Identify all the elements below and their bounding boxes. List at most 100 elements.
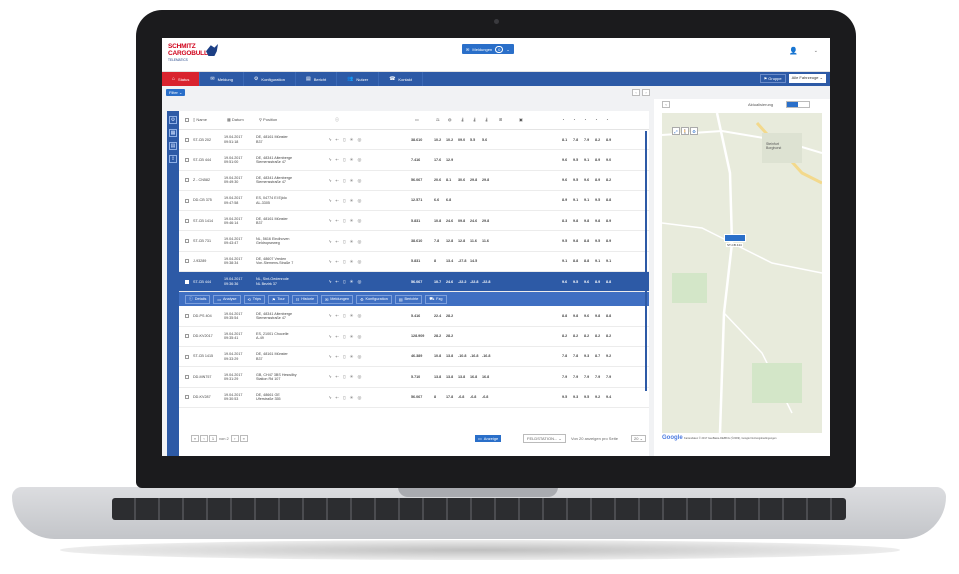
reefer-temp5-icon[interactable]: ◔ <box>606 117 608 123</box>
header-position[interactable]: ⚲ Position <box>259 117 319 123</box>
row-checkbox[interactable] <box>185 279 189 284</box>
row-checkbox[interactable] <box>185 314 189 319</box>
action-tour-button[interactable]: ⚑ Tour <box>268 294 289 304</box>
columns-icon[interactable]: ▦ <box>169 129 177 137</box>
door-icon[interactable]: ⊞ <box>499 117 502 123</box>
first-page-icon[interactable]: « <box>191 434 199 442</box>
export-icon[interactable]: ⇪ <box>169 155 177 163</box>
filter-button[interactable]: Filter ⌄ <box>166 89 186 96</box>
table-row[interactable]: ST-CB 444 19.04.2017 09:51:00 DE, 48341 Al… <box>179 150 649 171</box>
truck-marker-icon[interactable] <box>724 234 746 242</box>
vehicle-select[interactable]: Alle Fahrzeuge ⌄ <box>788 74 826 83</box>
row-vehicle-name[interactable]: ST-CB 444 <box>193 280 219 284</box>
last-page-icon[interactable]: » <box>239 434 248 442</box>
action-meldungen-button[interactable]: ✉ Meldungen <box>321 294 354 304</box>
row-vehicle-name[interactable]: ST-CB 1415 <box>193 354 219 358</box>
tire-icon[interactable]: ◍ <box>448 117 452 123</box>
table-row[interactable]: Z - CN582 19.04.2017 09:49:30 DE, 48341 Al… <box>179 171 649 191</box>
info-icon[interactable]: ⓘ <box>335 117 339 123</box>
calendar-icon[interactable]: ▣ <box>519 117 523 123</box>
row-vehicle-name[interactable]: DD-KV287 <box>193 395 219 399</box>
group-button[interactable]: ⚑ Gruppe <box>759 74 786 83</box>
next-page-icon[interactable]: › <box>230 434 239 442</box>
temp-sensor3-icon[interactable]: 🌡 <box>484 117 489 123</box>
row-vehicle-name[interactable]: ST-CB 202 <box>193 138 219 142</box>
tab-nutzer[interactable]: 👥 Nutzer <box>337 72 380 86</box>
row-checkbox[interactable] <box>185 334 189 339</box>
settings-icon[interactable]: ⚙ <box>169 116 177 124</box>
table-row[interactable]: ST-CB 1415 19.04.2017 09:33:29 DE, 48161 M… <box>179 347 649 368</box>
fleet-select[interactable]: FELDSTATION... ⌄ <box>523 433 566 443</box>
table-row[interactable]: DD-CB 375 19.04.2017 09:47:58 ES, 04774 El… <box>179 191 649 212</box>
action-details-button[interactable]: ⓘ Details <box>185 294 211 304</box>
action-analyse-button[interactable]: ▭ Analyse <box>213 294 241 304</box>
header-date[interactable]: ▦ Datum <box>227 117 247 123</box>
table-row[interactable]: ST-CB 1414 19.04.2017 09:46:14 DE, 48161 M… <box>179 211 649 232</box>
action-fzg-button[interactable]: ⛟ Fzg <box>425 294 447 304</box>
row-vehicle-name[interactable]: ST-CB 444 <box>193 158 219 162</box>
row-checkbox[interactable] <box>185 157 189 162</box>
row-checkbox[interactable] <box>185 259 189 264</box>
table-row[interactable]: DD-MN757 19.04.2017 09:31:29 GB, CH47 3BS … <box>179 367 649 388</box>
brand-logo[interactable]: SCHMITZ CARGOBULL TELEMATICS <box>168 43 218 62</box>
next-page-icon[interactable]: › <box>642 89 650 96</box>
tab-meldung[interactable]: ✉ Meldung <box>200 72 244 86</box>
reefer-temp3-icon[interactable]: ◔ <box>584 117 586 123</box>
show-button[interactable]: ▭ Anzeige <box>475 434 502 442</box>
table-row[interactable]: DD-KV287 19.04.2017 09:30:53 DE, 48661 GE … <box>179 388 649 408</box>
reefer-temp1-icon[interactable]: ◔ <box>562 117 564 123</box>
row-vehicle-name[interactable]: DD-PS 404 <box>193 314 219 318</box>
reefer-temp4-icon[interactable]: ◔ <box>595 117 597 123</box>
action-konfiguration-button[interactable]: ⚙ Konfiguration <box>356 294 392 304</box>
row-checkbox[interactable] <box>185 137 189 142</box>
axle-load-icon[interactable]: ⚖ <box>436 117 440 123</box>
user-menu-chevron-icon[interactable]: ⌄ <box>814 48 818 54</box>
row-vehicle-name[interactable]: DD-MN757 <box>193 375 219 379</box>
prev-page-icon[interactable]: ‹ <box>200 434 208 442</box>
row-checkbox[interactable] <box>185 374 189 379</box>
row-vehicle-name[interactable]: Z - CN582 <box>193 178 219 182</box>
tab-konfiguration[interactable]: ⚙ Konfiguration <box>244 72 296 86</box>
row-vehicle-name[interactable]: DD-CB 375 <box>193 198 219 202</box>
collapse-map-icon[interactable]: ‹ <box>662 101 670 108</box>
reefer-temp2-icon[interactable]: ◔ <box>573 117 575 123</box>
row-vehicle-name[interactable]: ST-CB 1414 <box>193 219 219 223</box>
temp-sensor1-icon[interactable]: 🌡 <box>460 117 465 123</box>
row-checkbox[interactable] <box>185 239 189 244</box>
auto-refresh-toggle[interactable] <box>786 101 810 108</box>
temp-sensor2-icon[interactable]: 🌡 <box>472 117 477 123</box>
fullscreen-icon[interactable]: ⤢ <box>672 127 680 135</box>
page-input[interactable]: 1 <box>209 434 217 442</box>
user-icon[interactable]: 👤 <box>789 47 798 55</box>
map-view[interactable]: Steinfurt Borghorst ST-CB 444 ⤢ 🚶 ♻ <box>662 113 822 433</box>
row-checkbox[interactable] <box>185 198 189 203</box>
table-row[interactable]: J-93289 19.04.2017 09:38:34 DE, 48607 Vred… <box>179 252 649 273</box>
table-row[interactable]: ST-CB 731 19.04.2017 09:43:47 NL, 5616 Ein… <box>179 231 649 252</box>
map-credits[interactable]: Kartendaten © 2017 GeoBasis-DE/BKG (©200… <box>684 437 777 440</box>
row-checkbox[interactable] <box>185 354 189 359</box>
table-row[interactable]: ST-CB 202 19.04.2017 09:51:18 DE, 48161 Mü… <box>179 130 649 151</box>
row-checkbox[interactable] <box>185 218 189 223</box>
table-row[interactable]: ST-CB 444 19.04.2017 09:36:36 NL, Sint-Oed… <box>179 272 649 293</box>
row-checkbox[interactable] <box>185 178 189 183</box>
action-historie-button[interactable]: ☷ Historie <box>291 294 319 304</box>
action-trips-button[interactable]: ⟲ Trips <box>243 294 265 304</box>
row-vehicle-name[interactable]: DD-KV2017 <box>193 334 219 338</box>
select-all-checkbox[interactable] <box>185 118 189 122</box>
per-page-select[interactable]: 20 ⌄ <box>631 434 646 442</box>
header-name[interactable]: ▯ Name <box>193 117 219 123</box>
prev-page-icon[interactable]: ‹ <box>632 89 640 96</box>
row-vehicle-name[interactable]: J-93289 <box>193 259 219 263</box>
street-view-icon[interactable]: 🚶 <box>681 127 689 135</box>
table-row[interactable]: DD-PS 404 19.04.2017 09:35:54 DE, 48341 Al… <box>179 306 649 327</box>
tab-bericht[interactable]: ▤ Bericht <box>296 72 338 86</box>
recycle-icon[interactable]: ♻ <box>690 127 698 135</box>
odometer-icon[interactable]: ▭ <box>415 117 419 123</box>
tab-kontakt[interactable]: ☎ Kontakt <box>379 72 423 86</box>
messages-button[interactable]: ✉ Meldungen 0 ⌄ <box>462 44 514 54</box>
table-row[interactable]: DD-KV2017 19.04.2017 09:35:41 ES, 21001 Ch… <box>179 327 649 347</box>
row-checkbox[interactable] <box>185 395 189 400</box>
layers-icon[interactable]: ▤ <box>169 142 177 150</box>
action-berichte-button[interactable]: ▤ Berichte <box>394 294 423 304</box>
tab-status[interactable]: ⌂ Status <box>162 72 201 86</box>
